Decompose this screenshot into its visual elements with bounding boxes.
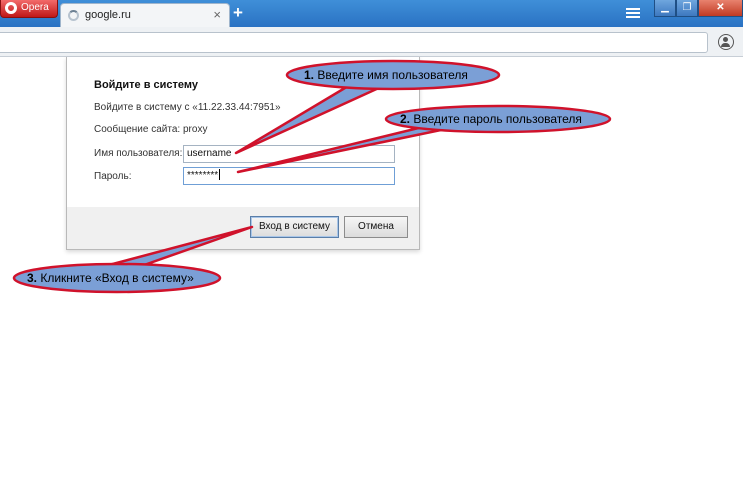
callout-3-text: 3. Кликните «Вход в систему» (27, 271, 194, 285)
browser-titlebar: Opera google.ru × + ▁ ❐ ✕ (0, 0, 743, 27)
password-input[interactable]: ******** (183, 167, 395, 185)
dialog-title: Войдите в систему (94, 79, 199, 91)
auth-dialog: Войдите в систему Войдите в систему с «1… (66, 57, 420, 250)
cancel-button[interactable]: Отмена (344, 216, 408, 238)
tab-close-icon[interactable]: × (213, 7, 221, 22)
server-text: Войдите в систему с «11.22.33.44:7951» (94, 102, 281, 113)
browser-toolbar (0, 27, 743, 57)
text-caret (219, 169, 221, 180)
callout-1-text: 1. Введите имя пользователя (304, 68, 468, 82)
minimize-button[interactable]: ▁ (654, 0, 676, 17)
opera-menu-label: Opera (21, 2, 49, 13)
username-value: username (187, 148, 232, 159)
tab-menu-icon[interactable] (626, 8, 640, 20)
login-button[interactable]: Вход в систему (250, 216, 339, 238)
callout-3-number: 3. (27, 271, 38, 285)
message-label: Сообщение сайта: (94, 124, 181, 135)
callout-3-label: Кликните «Вход в систему» (40, 271, 194, 285)
password-value: ******** (187, 170, 219, 181)
callout-2-text: 2. Введите пароль пользователя (400, 112, 582, 126)
loading-spinner-icon (68, 10, 79, 21)
maximize-button[interactable]: ❐ (676, 0, 698, 17)
password-label: Пароль: (94, 171, 132, 182)
profile-icon[interactable] (718, 34, 734, 50)
callout-1-label: Введите имя пользователя (317, 68, 468, 82)
message-value: proxy (183, 124, 208, 135)
callout-1-number: 1. (304, 68, 315, 82)
address-bar[interactable] (0, 32, 708, 53)
callout-2-label: Введите пароль пользователя (413, 112, 582, 126)
browser-tab[interactable]: google.ru × (60, 3, 230, 27)
username-input[interactable]: username (183, 145, 395, 163)
opera-menu-button[interactable]: Opera (0, 0, 58, 18)
opera-logo-icon (5, 2, 17, 14)
username-label: Имя пользователя: (94, 148, 183, 159)
callout-2-number: 2. (400, 112, 411, 126)
close-window-button[interactable]: ✕ (698, 0, 743, 17)
new-tab-button[interactable]: + (233, 3, 243, 23)
tab-title: google.ru (85, 9, 131, 21)
